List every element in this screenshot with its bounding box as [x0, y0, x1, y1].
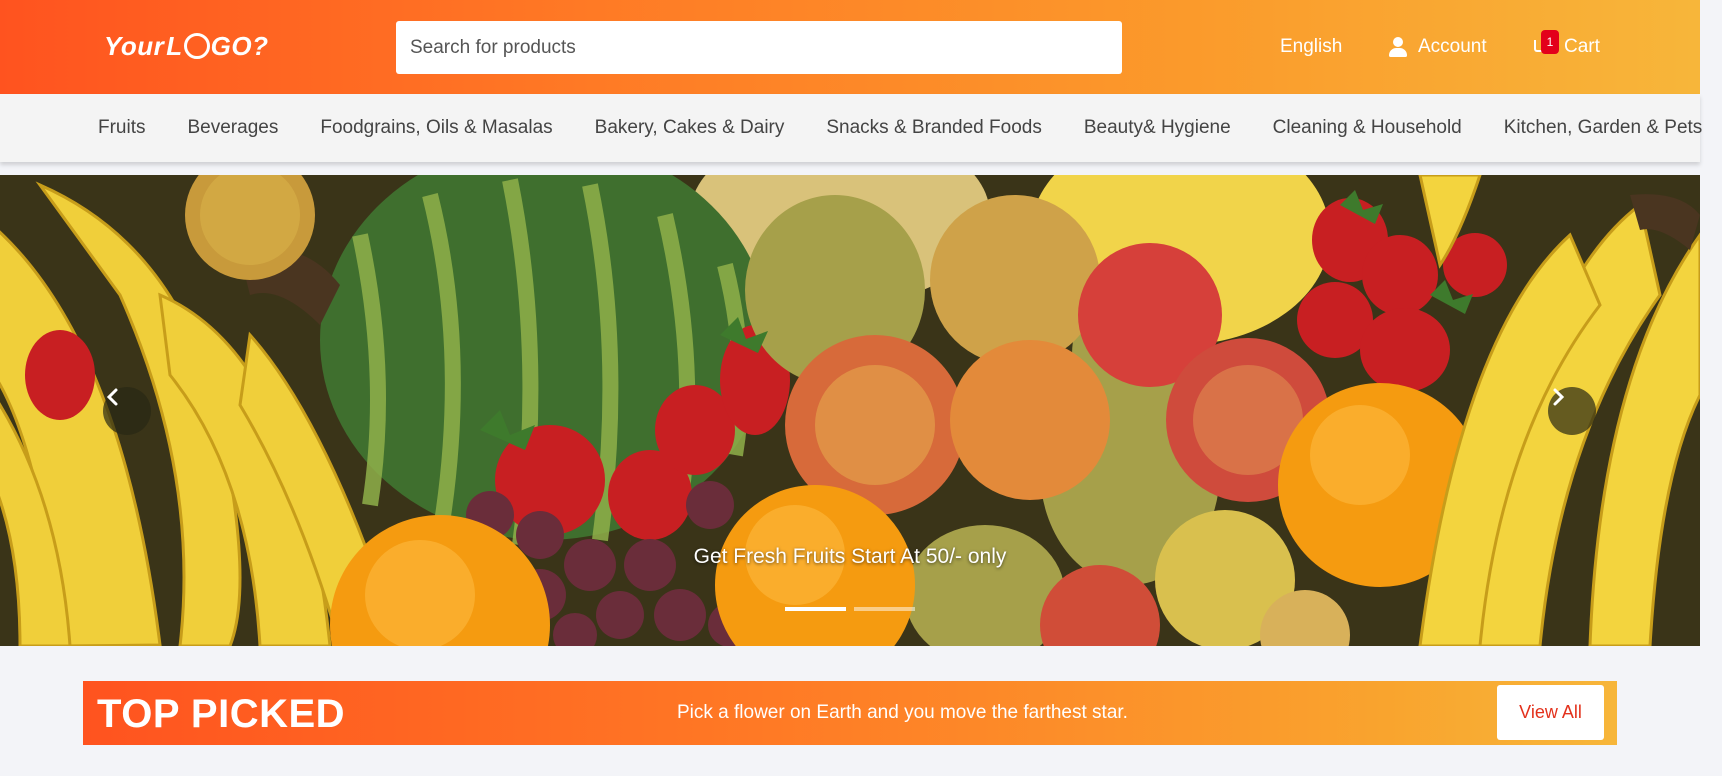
chevron-right-icon	[1553, 388, 1565, 406]
language-label: English	[1280, 36, 1343, 57]
category-foodgrains[interactable]: Foodgrains, Oils & Masalas	[320, 117, 552, 139]
logo-ring-icon	[183, 33, 210, 59]
logo-text-l: L	[166, 30, 183, 61]
category-cleaning[interactable]: Cleaning & Household	[1273, 117, 1462, 139]
category-snacks[interactable]: Snacks & Branded Foods	[826, 117, 1041, 139]
cart-label: Cart	[1564, 36, 1600, 57]
search-input[interactable]	[396, 21, 1122, 74]
fruit-banner-image	[0, 175, 1700, 646]
category-bakery[interactable]: Bakery, Cakes & Dairy	[595, 117, 785, 139]
view-all-button[interactable]: View All	[1497, 685, 1604, 740]
carousel-caption: Get Fresh Fruits Start At 50/- only	[693, 545, 1007, 568]
language-selector[interactable]: English	[1280, 36, 1342, 58]
logo-text-go: GO?	[210, 30, 269, 61]
hero-carousel: Get Fresh Fruits Start At 50/- only	[0, 175, 1700, 646]
category-nav: Fruits Beverages Foodgrains, Oils & Masa…	[0, 94, 1703, 162]
carousel-next-button[interactable]	[1548, 387, 1596, 435]
logo-text-your: Your	[104, 30, 165, 61]
category-kitchen[interactable]: Kitchen, Garden & Pets	[1504, 117, 1703, 139]
carousel-indicator-1[interactable]	[785, 607, 846, 611]
carousel-prev-button[interactable]	[103, 387, 151, 435]
chevron-left-icon	[106, 388, 118, 406]
top-picked-banner: TOP PICKED Pick a flower on Earth and yo…	[83, 681, 1617, 745]
top-picked-tagline: Pick a flower on Earth and you move the …	[677, 702, 1128, 723]
account-label: Account	[1418, 36, 1487, 57]
category-fruits[interactable]: Fruits	[98, 117, 146, 139]
user-icon	[1388, 37, 1408, 57]
cart-count-badge: 1	[1541, 30, 1559, 54]
category-beverages[interactable]: Beverages	[188, 117, 279, 139]
site-logo[interactable]: Your L GO?	[104, 26, 269, 66]
carousel-indicators	[785, 607, 915, 611]
category-beauty[interactable]: Beauty& Hygiene	[1084, 117, 1231, 139]
account-link[interactable]: Account	[1388, 36, 1487, 58]
header-bar: Your L GO? English Account Cart	[0, 0, 1700, 94]
top-picked-title: TOP PICKED	[97, 692, 346, 736]
carousel-indicator-2[interactable]	[854, 607, 915, 611]
